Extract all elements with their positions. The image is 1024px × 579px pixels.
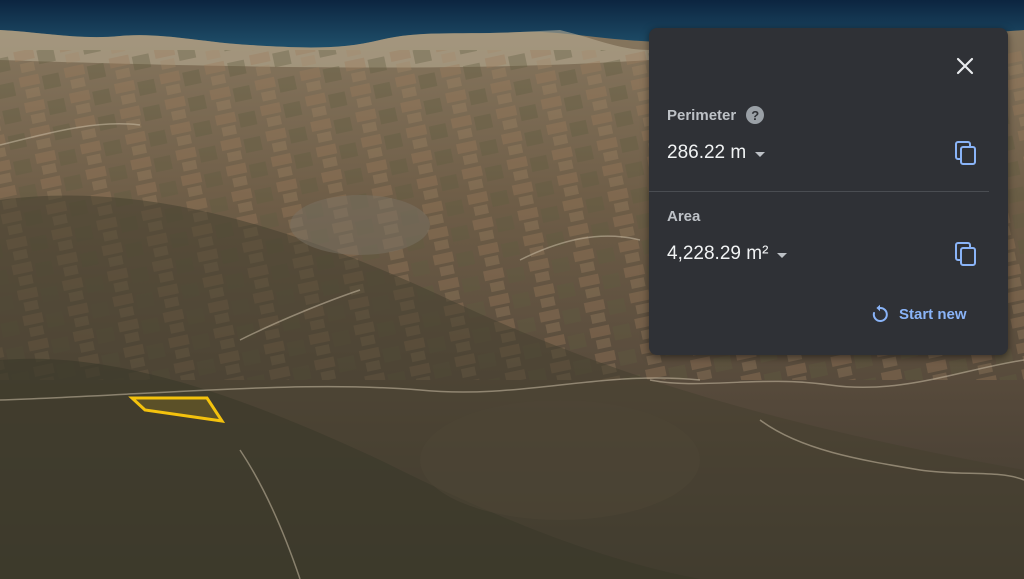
chevron-down-icon	[755, 151, 766, 157]
perimeter-label: Perimeter	[667, 106, 737, 124]
perimeter-label-row: Perimeter ?	[667, 106, 765, 124]
divider	[649, 191, 989, 192]
start-new-button[interactable]: Start new	[870, 304, 967, 324]
area-value: 4,228.29 m²	[667, 243, 769, 264]
help-icon[interactable]: ?	[746, 106, 765, 124]
copy-perimeter-button[interactable]	[951, 138, 981, 168]
area-unit-dropdown[interactable]: 4,228.29 m²	[667, 243, 788, 265]
restart-icon	[872, 304, 888, 322]
copy-icon	[955, 242, 976, 266]
measure-panel: Perimeter ? 286.22 m Area 4,228.29 m² St…	[649, 28, 1008, 355]
perimeter-unit-dropdown[interactable]: 286.22 m	[667, 142, 766, 164]
copy-icon	[955, 141, 976, 165]
copy-area-button[interactable]	[951, 239, 981, 269]
close-button[interactable]	[949, 50, 981, 82]
perimeter-value: 286.22 m	[667, 142, 747, 163]
chevron-down-icon	[777, 252, 788, 258]
area-label: Area	[667, 208, 701, 225]
close-icon	[956, 57, 974, 75]
start-new-label: Start new	[899, 305, 967, 323]
